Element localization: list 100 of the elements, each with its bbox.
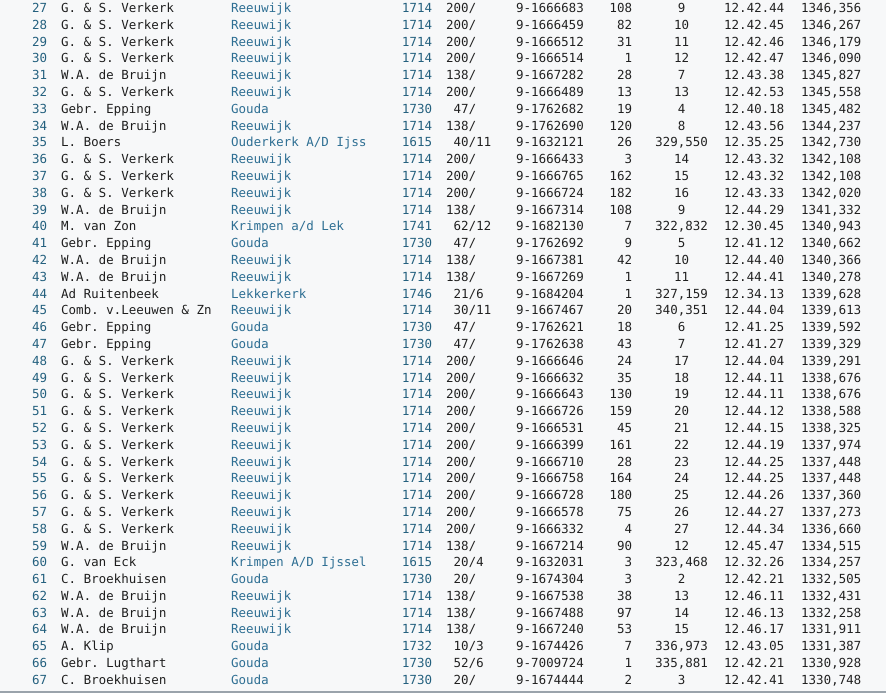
table-cell-text: 16 bbox=[672, 184, 690, 202]
table-cell-text: Reeuwijk bbox=[231, 538, 292, 554]
table-cell-text: 1730 bbox=[400, 672, 432, 689]
table-cell-text: Reeuwijk bbox=[231, 118, 292, 134]
table-cell-text: W.A. de Bruijn bbox=[60, 621, 168, 638]
table-cell-text: 9-1666710 bbox=[516, 454, 585, 470]
table-cell-text: 200/ bbox=[445, 436, 478, 454]
table-cell-text: G. & S. Verkerk bbox=[60, 34, 175, 50]
table-cell-text: 200/ bbox=[445, 520, 478, 538]
table-cell-text: 1714 bbox=[400, 604, 432, 622]
table-cell-text: 75 bbox=[616, 504, 632, 521]
table-cell-text: 66 bbox=[30, 655, 47, 672]
table-cell-text: 1714 bbox=[400, 487, 432, 504]
table-cell-text: 9-1667240 bbox=[516, 621, 585, 638]
table-cell-text: 24 bbox=[672, 470, 690, 488]
table-cell: 1340,366 bbox=[801, 252, 861, 269]
table-cell-text: 9-1666758 bbox=[516, 470, 585, 488]
table-cell-text: W.A. de Bruijn bbox=[60, 252, 168, 269]
table-cell: 1330,928 bbox=[801, 655, 861, 672]
table-cell-text: 15 bbox=[672, 621, 690, 638]
table-cell-text: 1714 bbox=[400, 34, 432, 50]
table-cell-text: W.A. de Bruijn bbox=[60, 588, 168, 605]
table-cell-text: 51 bbox=[30, 403, 47, 420]
table-cell-text: G. & S. Verkerk bbox=[60, 386, 175, 404]
table-cell-text: G. & S. Verkerk bbox=[60, 470, 175, 488]
table-cell-text: Gebr. Epping bbox=[60, 336, 152, 353]
table-cell-text: 9-1666433 bbox=[516, 151, 585, 168]
table-cell-text: 14 bbox=[672, 604, 690, 622]
table-cell-text: 1714 bbox=[400, 268, 432, 286]
table-cell-text: 9-7009724 bbox=[516, 655, 585, 672]
table-cell-text: 1714 bbox=[400, 386, 432, 404]
table-cell-text: 1714 bbox=[400, 151, 432, 168]
table-cell-text: 19 bbox=[672, 386, 690, 404]
table-cell: 1341,332 bbox=[801, 202, 861, 218]
table-cell-text: 9-1666512 bbox=[516, 34, 585, 50]
table-cell-text: 1730 bbox=[400, 655, 432, 672]
table-cell-text: 1 bbox=[623, 50, 632, 68]
table-cell-text: 47/ bbox=[452, 336, 478, 353]
table-cell-text: 9-1666632 bbox=[516, 370, 585, 386]
table-cell-text: 12.44.15 bbox=[723, 420, 786, 437]
table-cell-text: 20 bbox=[616, 302, 632, 320]
table-cell-text: 7 bbox=[623, 218, 632, 236]
table-cell: 1345,482 bbox=[801, 100, 861, 118]
table-cell-text: Gebr. Epping bbox=[60, 100, 152, 118]
table-cell-text: 9-1682130 bbox=[516, 218, 585, 236]
table-cell-text: 1714 bbox=[400, 168, 432, 185]
table-cell-text: 12.45.47 bbox=[723, 538, 786, 554]
table-cell-text: 336,973 bbox=[654, 638, 708, 656]
table-cell-text: 159 bbox=[608, 403, 632, 420]
table-cell-text: 47/ bbox=[452, 235, 478, 252]
table-cell-text: 164 bbox=[608, 470, 632, 488]
table-cell: 1340,278 bbox=[801, 268, 861, 286]
table-cell-text: M. van Zon bbox=[60, 218, 138, 236]
table-cell-text: 32 bbox=[30, 84, 47, 101]
table-cell-text: 9-1666643 bbox=[516, 386, 585, 404]
table-cell: 1339,628 bbox=[801, 286, 861, 302]
table-cell-text: 10 bbox=[672, 16, 690, 34]
table-cell-text: 4 bbox=[676, 100, 686, 118]
table-cell-text: 12.34.13 bbox=[723, 286, 786, 302]
table-cell-text: 12 bbox=[672, 538, 690, 554]
table-cell-text: 22 bbox=[672, 436, 690, 454]
table-cell-text: 1 bbox=[623, 286, 632, 302]
table-cell-text: 9-1666683 bbox=[516, 0, 585, 17]
table-cell-text: 200/ bbox=[445, 168, 478, 185]
table-cell-text: 12.44.25 bbox=[723, 470, 786, 488]
table-cell-text: 82 bbox=[616, 16, 632, 34]
table-cell-text: Reeuwijk bbox=[231, 504, 292, 521]
table-cell-text: 5 bbox=[676, 235, 686, 252]
table-cell-text: Reeuwijk bbox=[231, 588, 292, 605]
table-cell-text: 12.41.25 bbox=[723, 319, 786, 336]
table-cell-text: 45 bbox=[616, 420, 632, 437]
table-cell-text: 200/ bbox=[445, 386, 478, 404]
table-cell-text: 7 bbox=[676, 67, 686, 84]
table-cell-text: 180 bbox=[608, 487, 632, 504]
table-cell-text: Reeuwijk bbox=[231, 470, 292, 488]
table-cell-text: 12.44.41 bbox=[723, 268, 786, 286]
table-cell-text: 9-1762692 bbox=[516, 235, 585, 252]
table-cell-text: L. Boers bbox=[60, 134, 122, 152]
table-cell-text: 20/4 bbox=[452, 554, 485, 572]
table-cell-text: 1714 bbox=[400, 436, 432, 454]
table-cell-text: Reeuwijk bbox=[231, 168, 292, 185]
table-cell: 1330,748 bbox=[801, 672, 861, 689]
table-cell: 1342,020 bbox=[801, 184, 861, 202]
table-cell-text: 340,351 bbox=[654, 302, 708, 320]
table-cell-text: 12.43.32 bbox=[723, 168, 786, 185]
table-cell-text: 53 bbox=[30, 436, 47, 454]
table-cell: 1334,515 bbox=[801, 538, 861, 554]
table-cell-text: 1714 bbox=[400, 252, 432, 269]
table-cell-text: 10/3 bbox=[452, 638, 485, 656]
table-cell-text: 47 bbox=[30, 336, 47, 353]
table-cell-text: 10 bbox=[672, 252, 690, 269]
table-cell-text: 11 bbox=[672, 268, 690, 286]
table-cell-text: 35 bbox=[30, 134, 47, 152]
table-cell: 1338,325 bbox=[801, 420, 861, 437]
table-cell-text: Reeuwijk bbox=[231, 487, 292, 504]
table-cell-text: 9-1674426 bbox=[516, 638, 585, 656]
table-cell-text: 9-1684204 bbox=[516, 286, 585, 302]
table-cell-text: 12.44.04 bbox=[723, 352, 786, 370]
table-cell-text: 50 bbox=[30, 386, 47, 404]
table-cell-text: 12.44.26 bbox=[723, 487, 786, 504]
